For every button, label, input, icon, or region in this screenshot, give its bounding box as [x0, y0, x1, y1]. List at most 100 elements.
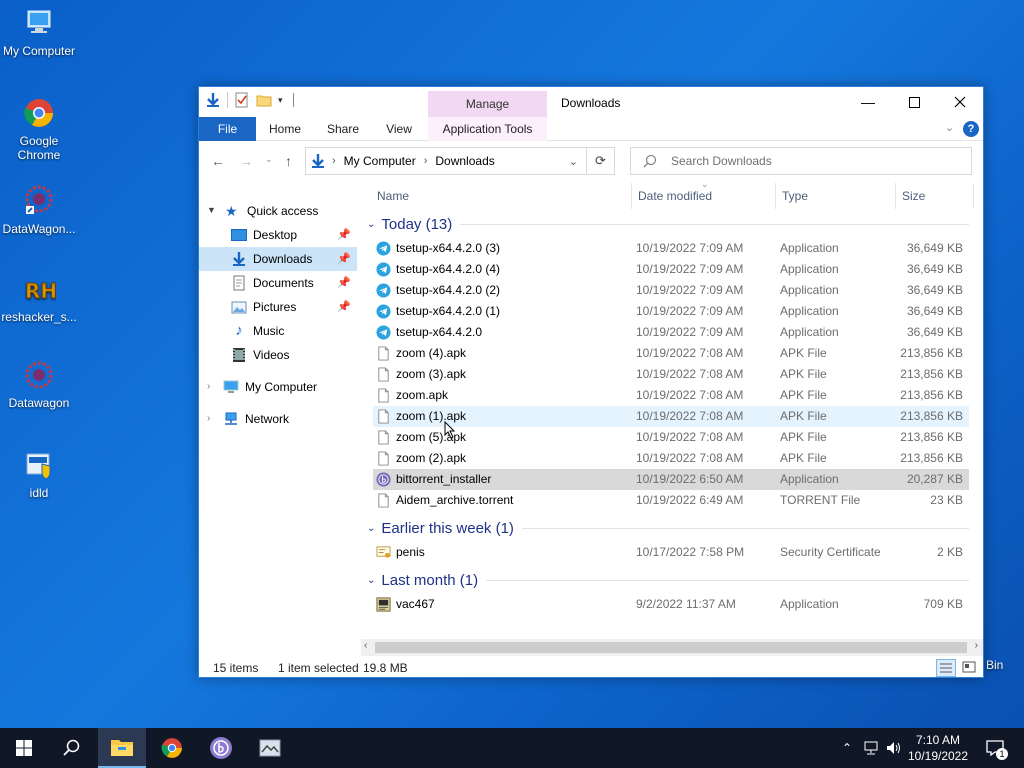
- file-row[interactable]: penis 10/17/2022 7:58 PM Security Certific…: [373, 542, 969, 563]
- refresh-button[interactable]: ⟳: [587, 147, 615, 175]
- large-icons-view-button[interactable]: [960, 659, 980, 677]
- search-icon: [63, 739, 80, 756]
- desktop-icon-my-computer[interactable]: My Computer: [0, 6, 78, 58]
- search-box[interactable]: Search Downloads: [630, 147, 972, 175]
- tab-view[interactable]: View: [379, 117, 419, 141]
- nav-item-desktop[interactable]: Desktop 📌: [199, 223, 357, 247]
- tab-file[interactable]: File: [199, 117, 256, 141]
- desktop-icon-google-chrome[interactable]: Google Chrome: [0, 96, 78, 162]
- expand-ribbon-icon[interactable]: ⌄: [945, 121, 954, 134]
- window-title: Downloads: [561, 96, 621, 110]
- nav-quick-access[interactable]: ★ Quick access: [225, 199, 355, 223]
- scroll-right-icon[interactable]: ›: [975, 640, 978, 651]
- file-type: APK File: [780, 346, 827, 360]
- new-folder-icon[interactable]: [256, 92, 272, 108]
- show-hidden-icons-button[interactable]: ⌃: [838, 728, 856, 768]
- breadcrumb-downloads[interactable]: Downloads: [435, 154, 494, 168]
- properties-icon[interactable]: [234, 92, 250, 108]
- group-header[interactable]: ⌄ Last month (1): [367, 569, 975, 591]
- nav-item-documents[interactable]: Documents 📌: [199, 271, 357, 295]
- group-header[interactable]: ⌄ Earlier this week (1): [367, 517, 975, 539]
- taskbar-file-explorer[interactable]: [98, 728, 146, 768]
- recent-locations-dropdown[interactable]: ⌄: [265, 154, 273, 165]
- file-name: tsetup-x64.4.2.0 (1): [396, 304, 501, 318]
- file-date: 10/19/2022 7:08 AM: [636, 388, 744, 402]
- recycle-bin-label-partial[interactable]: Bin: [986, 658, 1003, 672]
- file-size: 213,856 KB: [900, 430, 963, 444]
- column-header-name[interactable]: Name: [377, 181, 409, 211]
- nav-item-downloads[interactable]: Downloads 📌: [199, 247, 357, 271]
- start-button[interactable]: [0, 728, 48, 768]
- file-size: 36,649 KB: [906, 304, 963, 318]
- nav-item-videos[interactable]: Videos: [199, 343, 357, 367]
- file-row[interactable]: bittorrent_installer 10/19/2022 6:50 AM Ap…: [373, 469, 969, 490]
- taskbar-chrome[interactable]: [148, 728, 196, 768]
- file-row[interactable]: zoom (3).apk 10/19/2022 7:08 AM APK File 21…: [373, 364, 969, 385]
- taskbar-app[interactable]: [246, 728, 294, 768]
- breadcrumb-my-computer[interactable]: My Computer: [344, 154, 416, 168]
- file-row[interactable]: zoom (5).apk 10/19/2022 7:08 AM APK File 21…: [373, 427, 969, 448]
- file-row[interactable]: zoom (2).apk 10/19/2022 7:08 AM APK File 21…: [373, 448, 969, 469]
- desktop-icon-datawagon[interactable]: Datawagon: [0, 358, 78, 410]
- file-row[interactable]: Aidem_archive.torrent 10/19/2022 6:49 AM T…: [373, 490, 969, 511]
- taskbar-bittorrent[interactable]: [197, 728, 245, 768]
- up-button[interactable]: ↑: [285, 153, 292, 169]
- scrollbar-thumb[interactable]: [375, 642, 967, 653]
- scroll-left-icon[interactable]: ‹: [364, 640, 367, 651]
- address-box[interactable]: › My Computer › Downloads ⌄: [305, 147, 587, 175]
- nav-item-pictures[interactable]: Pictures 📌: [199, 295, 357, 319]
- customize-qa-dropdown-icon[interactable]: ▾: [278, 95, 283, 106]
- breadcrumb-separator-icon[interactable]: ›: [332, 155, 336, 167]
- expand-chevron-icon[interactable]: ›: [207, 381, 210, 392]
- nav-my-computer[interactable]: My Computer: [223, 375, 355, 399]
- notifications-button[interactable]: 1: [980, 728, 1010, 768]
- desktop-icon-label: reshacker_s...: [1, 310, 77, 324]
- file-row[interactable]: tsetup-x64.4.2.0 (3) 10/19/2022 7:09 AM Ap…: [373, 238, 969, 259]
- column-header-size[interactable]: Size: [902, 181, 925, 211]
- details-view-button[interactable]: [936, 659, 956, 677]
- file-row[interactable]: tsetup-x64.4.2.0 (4) 10/19/2022 7:09 AM Ap…: [373, 259, 969, 280]
- search-input[interactable]: Search Downloads: [671, 154, 772, 168]
- forward-button[interactable]: →: [239, 153, 253, 169]
- file-row[interactable]: tsetup-x64.4.2.0 (1) 10/19/2022 7:09 AM Ap…: [373, 301, 969, 322]
- manage-contextual-tab[interactable]: Manage: [428, 91, 547, 117]
- desktop-icon-reshacker[interactable]: RH reshacker_s...: [0, 272, 78, 324]
- help-icon[interactable]: ?: [963, 121, 979, 137]
- tab-home[interactable]: Home: [263, 117, 307, 141]
- horizontal-scrollbar[interactable]: ‹ ›: [361, 639, 983, 656]
- taskbar-clock[interactable]: 7:10 AM 10/19/2022: [900, 732, 976, 764]
- nav-network[interactable]: Network: [223, 407, 355, 431]
- group-header[interactable]: ⌄ Today (13): [367, 213, 975, 235]
- nav-item-music[interactable]: ♪ Music: [199, 319, 357, 343]
- column-divider[interactable]: [895, 183, 896, 209]
- column-header-type[interactable]: Type: [782, 181, 808, 211]
- address-dropdown-icon[interactable]: ⌄: [569, 155, 578, 168]
- desktop-icon-idld[interactable]: idld: [0, 448, 78, 500]
- close-button[interactable]: [937, 87, 983, 117]
- tab-application-tools[interactable]: Application Tools: [428, 117, 547, 141]
- expand-chevron-icon[interactable]: ›: [207, 413, 210, 424]
- file-row[interactable]: vac467 9/2/2022 11:37 AM Application 709 KB: [373, 594, 969, 615]
- search-button[interactable]: [48, 728, 96, 768]
- breadcrumb-separator-icon[interactable]: ›: [424, 155, 428, 167]
- minimize-button[interactable]: —: [845, 87, 891, 117]
- column-header-date[interactable]: Date modified: [638, 181, 712, 211]
- column-divider[interactable]: [775, 183, 776, 209]
- file-icon: [378, 367, 389, 382]
- back-button[interactable]: ←: [211, 153, 225, 169]
- pin-icon: 📌: [337, 301, 351, 313]
- file-row[interactable]: tsetup-x64.4.2.0 (2) 10/19/2022 7:09 AM Ap…: [373, 280, 969, 301]
- desktop-icon-datawagon-shortcut[interactable]: DataWagon...: [0, 184, 78, 236]
- file-row[interactable]: zoom (4).apk 10/19/2022 7:08 AM APK File 21…: [373, 343, 969, 364]
- expand-chevron-icon[interactable]: ▼: [207, 205, 216, 215]
- file-row[interactable]: tsetup-x64.4.2.0 10/19/2022 7:09 AM Applic…: [373, 322, 969, 343]
- file-size: 36,649 KB: [906, 283, 963, 297]
- network-tray-button[interactable]: [860, 728, 882, 768]
- file-row[interactable]: zoom.apk 10/19/2022 7:08 AM APK File 213,85…: [373, 385, 969, 406]
- file-row[interactable]: zoom (1).apk 10/19/2022 7:08 AM APK File 21…: [373, 406, 969, 427]
- column-divider[interactable]: [973, 183, 974, 209]
- network-tray-icon: [864, 741, 878, 755]
- maximize-button[interactable]: [891, 87, 937, 117]
- column-divider[interactable]: [631, 183, 632, 209]
- tab-share[interactable]: Share: [321, 117, 365, 141]
